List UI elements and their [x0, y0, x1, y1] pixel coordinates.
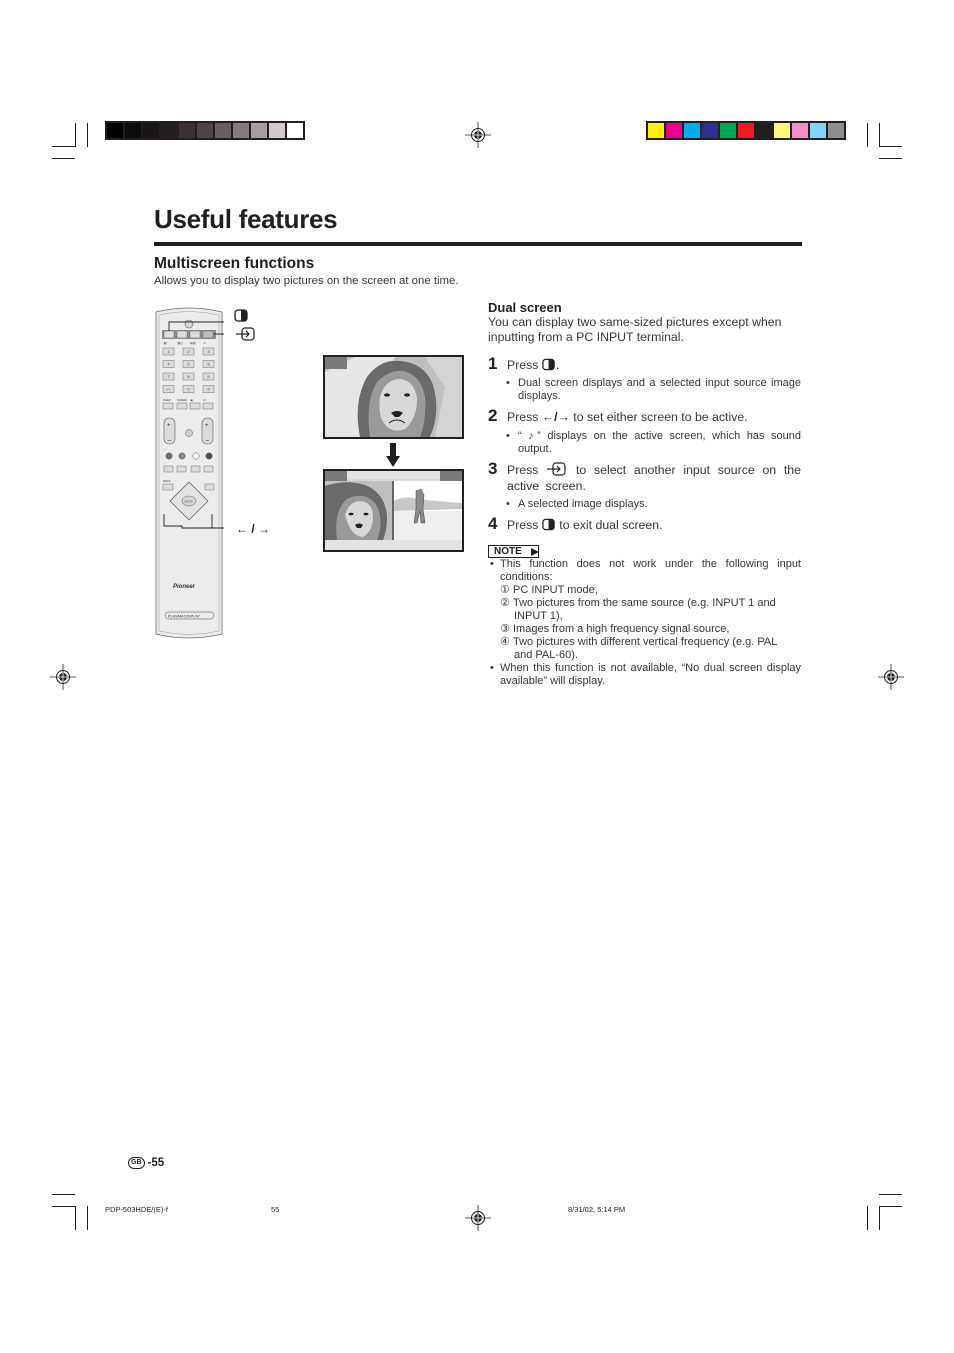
grayscale-swatch — [125, 123, 141, 138]
grayscale-swatch — [233, 123, 249, 138]
grayscale-swatch — [215, 123, 231, 138]
svg-text:I-II: I-II — [203, 399, 206, 402]
process-color-swatch — [702, 123, 718, 138]
dual-screen-intro-block: Dual screen You can display two same-siz… — [488, 300, 801, 345]
svg-text:▤▥: ▤▥ — [190, 341, 196, 345]
registration-mark-top — [465, 122, 491, 148]
grayscale-swatch — [107, 123, 123, 138]
section-title: Multiscreen functions — [154, 255, 315, 272]
region-badge: GB — [128, 1157, 145, 1169]
note-condition-1: ① PC INPUT mode, — [500, 584, 598, 596]
note-bullet-2: • When this function is not available, “… — [490, 662, 801, 687]
svg-text:SCREEN: SCREEN — [177, 399, 187, 402]
remote-control-illustration: ◧ ◨◫ ▤▥ ⇥ 1 2 34 5 67 8 9-/-- 0 ↺ SLEEP SCREEN (◆) I-I… — [155, 307, 224, 639]
step-number: 4 — [488, 514, 498, 533]
step-number: 3 — [488, 459, 498, 478]
down-arrow-icon — [386, 443, 400, 467]
process-color-swatch — [720, 123, 736, 138]
process-color-swatch — [792, 123, 808, 138]
process-color-bar — [646, 121, 846, 140]
dual-screen-icon — [542, 358, 555, 371]
process-color-swatch — [648, 123, 664, 138]
dual-screen-intro: You can display two same-sized pictures … — [488, 315, 782, 344]
single-screen-illustration — [323, 355, 464, 439]
svg-text:(◆): (◆) — [190, 399, 194, 402]
note-condition-2: ② Two pictures from the same source (e.g.… — [500, 597, 776, 609]
left-right-arrows-icon: ←/→ — [541, 410, 570, 424]
svg-text:MENU: MENU — [163, 479, 171, 483]
step-2-bullet: • “ ♪” displays on the active screen, whi… — [506, 430, 801, 455]
input-icon — [236, 327, 255, 341]
step-number: 2 — [488, 406, 498, 425]
footer-file-name: PDP-503HDE/(E)-f — [105, 1205, 168, 1214]
page-title: Useful features — [154, 204, 338, 234]
note-condition-3: ③ Images from a high frequency signal sou… — [500, 623, 730, 635]
note-bullet-1: • This function does not work under the … — [490, 558, 801, 583]
svg-text:–: – — [168, 437, 172, 444]
process-color-swatch — [774, 123, 790, 138]
note-badge: NOTE — [488, 544, 539, 558]
svg-text:ENTER: ENTER — [185, 501, 193, 504]
registration-mark-bottom — [465, 1205, 491, 1231]
process-color-swatch — [684, 123, 700, 138]
dual-screen-heading: Dual screen — [488, 300, 562, 315]
grayscale-swatch — [287, 123, 303, 138]
process-color-swatch — [828, 123, 844, 138]
svg-text:◧: ◧ — [164, 341, 167, 345]
remote-number-key-label: 8 — [188, 375, 190, 379]
step-1-bullet: • Dual screen displays and a selected inp… — [506, 377, 801, 402]
svg-text:Pioneer: Pioneer — [173, 584, 196, 590]
dual-screen-icon — [542, 518, 555, 531]
grayscale-color-bar — [105, 121, 305, 140]
grayscale-swatch — [251, 123, 267, 138]
remote-number-key-label: 1 — [168, 350, 170, 354]
remote-number-key-label: 3 — [208, 350, 210, 354]
input-icon — [547, 462, 566, 476]
footer-timestamp: 8/31/02, 5:14 PM — [568, 1205, 626, 1214]
remote-number-key-label: -/-- — [166, 388, 171, 392]
svg-text:◨◫: ◨◫ — [177, 341, 183, 345]
remote-number-key-label: 5 — [188, 363, 190, 367]
remote-number-key-label: 2 — [188, 350, 190, 354]
step-number: 1 — [488, 354, 498, 373]
grayscale-swatch — [179, 123, 195, 138]
grayscale-swatch — [161, 123, 177, 138]
title-rule — [154, 242, 802, 246]
remote-number-key-label: 9 — [208, 375, 210, 379]
process-color-swatch — [810, 123, 826, 138]
left-right-arrows-label: ← / → — [236, 522, 271, 536]
note-list: • This function does not work under the … — [490, 558, 801, 687]
grayscale-swatch — [143, 123, 159, 138]
svg-text:–: – — [206, 437, 210, 444]
process-color-swatch — [738, 123, 754, 138]
step-3-bullet: • A selected image displays. — [506, 498, 648, 510]
grayscale-swatch — [197, 123, 213, 138]
page-number: GB -55 — [128, 1157, 164, 1169]
registration-mark-left — [50, 664, 76, 690]
grayscale-swatch — [269, 123, 285, 138]
registration-mark-right — [878, 664, 904, 690]
remote-number-key-label: 4 — [168, 363, 170, 367]
process-color-swatch — [756, 123, 772, 138]
note-condition-4: ④ Two pictures with different vertical fr… — [500, 636, 778, 648]
remote-number-key-label: 7 — [168, 375, 170, 379]
svg-text:+: + — [205, 423, 209, 429]
svg-text:PLASMA DISPLAY: PLASMA DISPLAY — [168, 615, 200, 619]
step-3: 3 Press to select another input source o… — [488, 459, 801, 493]
section-description: Allows you to display two pictures on th… — [154, 275, 459, 287]
process-color-swatch — [666, 123, 682, 138]
svg-text:+: + — [167, 423, 171, 429]
remote-number-key-label: 0 — [188, 388, 190, 392]
dual-screen-illustration — [323, 469, 464, 552]
dual-screen-icon — [234, 309, 248, 322]
svg-text:SLEEP: SLEEP — [163, 399, 171, 402]
footer-sheet-number: 55 — [271, 1205, 280, 1214]
remote-number-key-label: 6 — [208, 363, 210, 367]
